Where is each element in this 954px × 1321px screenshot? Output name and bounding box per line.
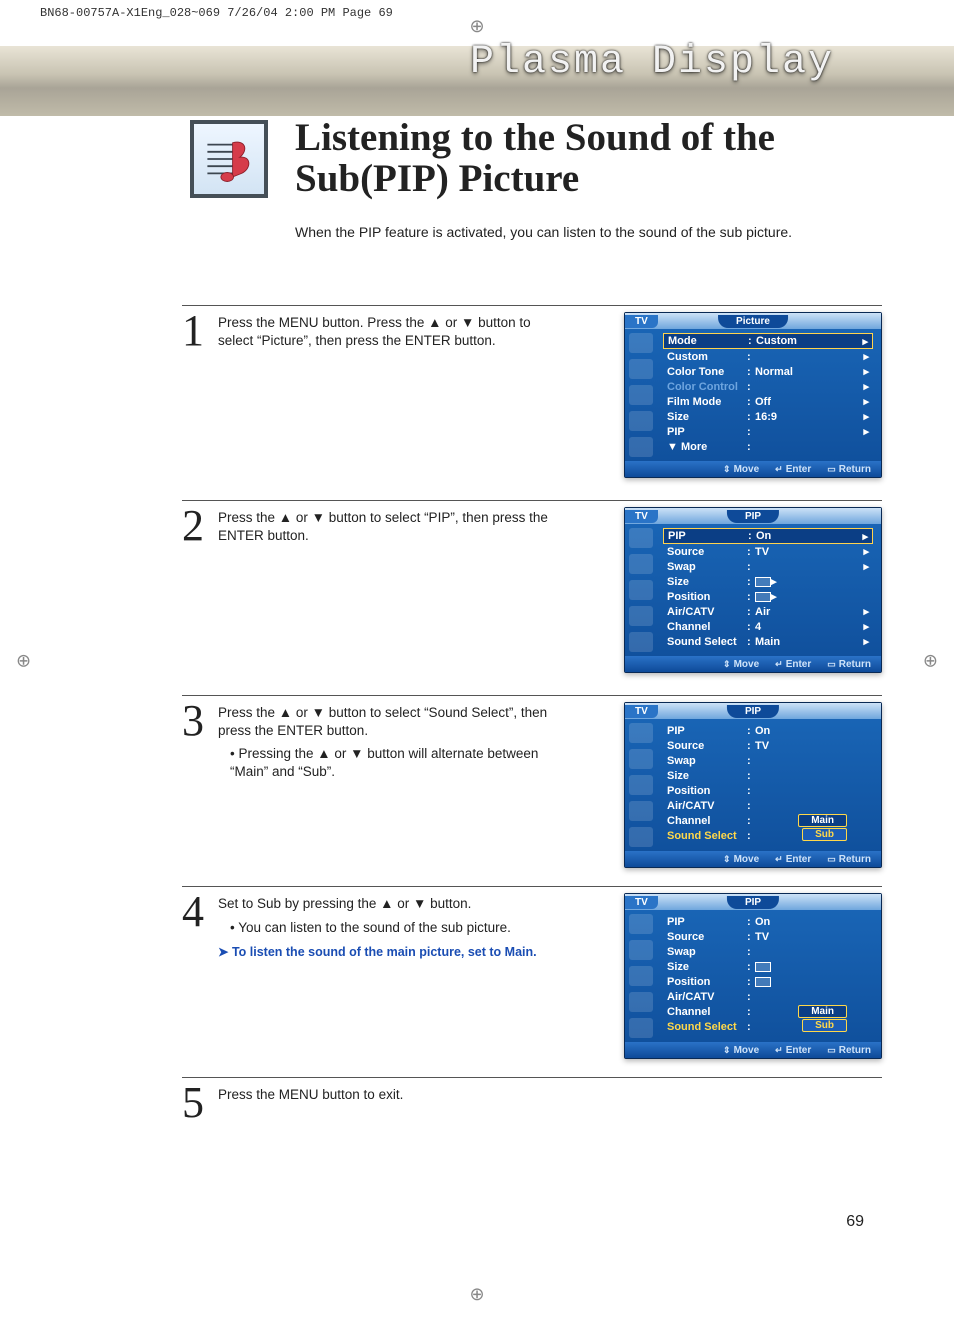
step-number: 3 xyxy=(182,702,208,868)
step-text: Press the MENU button. Press the ▲ or ▼ … xyxy=(218,315,531,348)
step-number: 4 xyxy=(182,893,208,1059)
osd-row[interactable]: Sound Select:MainSub xyxy=(663,828,873,843)
page-title: Listening to the Sound of the Sub(PIP) P… xyxy=(295,118,895,200)
osd-panel: TV Picture Mode:Custom▸Custom:▸Color Tone:… xyxy=(624,312,882,478)
osd-row[interactable]: Channel:4▸ xyxy=(663,619,873,634)
step-text: Set to Sub by pressing the ▲ or ▼ button… xyxy=(218,896,471,911)
osd-row[interactable]: Size:▸ xyxy=(663,574,873,589)
osd-row[interactable]: Custom:▸ xyxy=(663,349,873,364)
osd-row[interactable]: PIP:On xyxy=(663,723,873,738)
option-sub[interactable]: Sub xyxy=(802,1019,847,1032)
osd-tv-tab: TV xyxy=(625,510,658,523)
osd-tv-tab: TV xyxy=(625,705,658,718)
option-sub[interactable]: Sub xyxy=(802,828,847,841)
osd-row[interactable]: Position: xyxy=(663,783,873,798)
osd-row[interactable]: Air/CATV: xyxy=(663,989,873,1004)
osd-row[interactable]: Color Tone:Normal▸ xyxy=(663,364,873,379)
osd-panel: TV PIP PIP:OnSource:TVSwap:Size:Position:A… xyxy=(624,893,882,1059)
osd-title: PIP xyxy=(727,705,779,718)
osd-row[interactable]: Source:TV xyxy=(663,929,873,944)
header-banner: Plasma Display xyxy=(0,46,954,116)
osd-row[interactable]: Position: xyxy=(663,974,873,989)
osd-row[interactable]: PIP:On xyxy=(663,914,873,929)
step-text: Press the ▲ or ▼ button to select “PIP”,… xyxy=(218,510,548,543)
osd-panel: TV PIP PIP:On▸Source:TV▸Swap:▸Size:▸Positi… xyxy=(624,507,882,673)
osd-title: Picture xyxy=(718,315,788,328)
crop-mark-icon: ⊕ xyxy=(469,16,484,37)
osd-title: PIP xyxy=(727,510,779,523)
osd-row[interactable]: Mode:Custom▸ xyxy=(663,333,873,349)
step: 2 Press the ▲ or ▼ button to select “PIP”… xyxy=(182,500,882,673)
step-note: To listen the sound of the main picture,… xyxy=(218,944,548,960)
osd-row[interactable]: Sound Select:Main▸ xyxy=(663,634,873,649)
osd-title: PIP xyxy=(727,896,779,909)
crop-mark-icon: ⊕ xyxy=(923,650,938,671)
osd-row[interactable]: Color Control:▸ xyxy=(663,379,873,394)
option-main[interactable]: Main xyxy=(798,814,847,827)
crop-mark-icon: ⊕ xyxy=(469,1284,484,1305)
osd-row[interactable]: PIP:On▸ xyxy=(663,528,873,544)
step-number: 1 xyxy=(182,312,208,478)
music-note-icon xyxy=(190,120,268,198)
step: 5 Press the MENU button to exit. xyxy=(182,1077,882,1121)
osd-row[interactable]: Swap: xyxy=(663,753,873,768)
osd-tv-tab: TV xyxy=(625,896,658,909)
page-number: 69 xyxy=(846,1213,864,1231)
osd-tv-tab: TV xyxy=(625,315,658,328)
osd-row[interactable]: Size: xyxy=(663,959,873,974)
step: 3 Press the ▲ or ▼ button to select “Soun… xyxy=(182,695,882,868)
osd-row[interactable]: Source:TV xyxy=(663,738,873,753)
steps-list: 1 Press the MENU button. Press the ▲ or ▼… xyxy=(182,305,882,1135)
step-bullet: Pressing the ▲ or ▼ button will alternat… xyxy=(218,745,548,780)
osd-footer: ⇕Move↵Enter▭Return xyxy=(625,656,881,672)
osd-row[interactable]: Swap: xyxy=(663,944,873,959)
crop-mark-icon: ⊕ xyxy=(16,650,31,671)
osd-footer: ⇕Move↵Enter▭Return xyxy=(625,461,881,477)
osd-row[interactable]: Size:16:9▸ xyxy=(663,409,873,424)
osd-panel: TV PIP PIP:OnSource:TVSwap:Size:Position:A… xyxy=(624,702,882,868)
page-title-text: Listening to the Sound of the Sub(PIP) P… xyxy=(295,118,895,200)
osd-footer: ⇕Move↵Enter▭Return xyxy=(625,851,881,867)
osd-row[interactable]: Size: xyxy=(663,768,873,783)
step-text: Press the MENU button to exit. xyxy=(218,1087,403,1102)
osd-row[interactable]: ▼ More: xyxy=(663,439,873,454)
step-bullet: You can listen to the sound of the sub p… xyxy=(218,919,548,937)
osd-row[interactable]: Sound Select:MainSub xyxy=(663,1019,873,1034)
step: 1 Press the MENU button. Press the ▲ or ▼… xyxy=(182,305,882,478)
osd-row[interactable]: Air/CATV:Air▸ xyxy=(663,604,873,619)
step-text: Press the ▲ or ▼ button to select “Sound… xyxy=(218,705,547,738)
osd-row[interactable]: PIP:▸ xyxy=(663,424,873,439)
osd-row[interactable]: Position:▸ xyxy=(663,589,873,604)
step-number: 5 xyxy=(182,1084,208,1121)
option-main[interactable]: Main xyxy=(798,1005,847,1018)
step: 4 Set to Sub by pressing the ▲ or ▼ butto… xyxy=(182,886,882,1059)
brand-title: Plasma Display xyxy=(470,40,834,85)
step-number: 2 xyxy=(182,507,208,673)
osd-row[interactable]: Air/CATV: xyxy=(663,798,873,813)
intro-text: When the PIP feature is activated, you c… xyxy=(295,224,885,240)
osd-footer: ⇕Move↵Enter▭Return xyxy=(625,1042,881,1058)
osd-row[interactable]: Swap:▸ xyxy=(663,559,873,574)
osd-row[interactable]: Source:TV▸ xyxy=(663,544,873,559)
osd-row[interactable]: Film Mode:Off▸ xyxy=(663,394,873,409)
